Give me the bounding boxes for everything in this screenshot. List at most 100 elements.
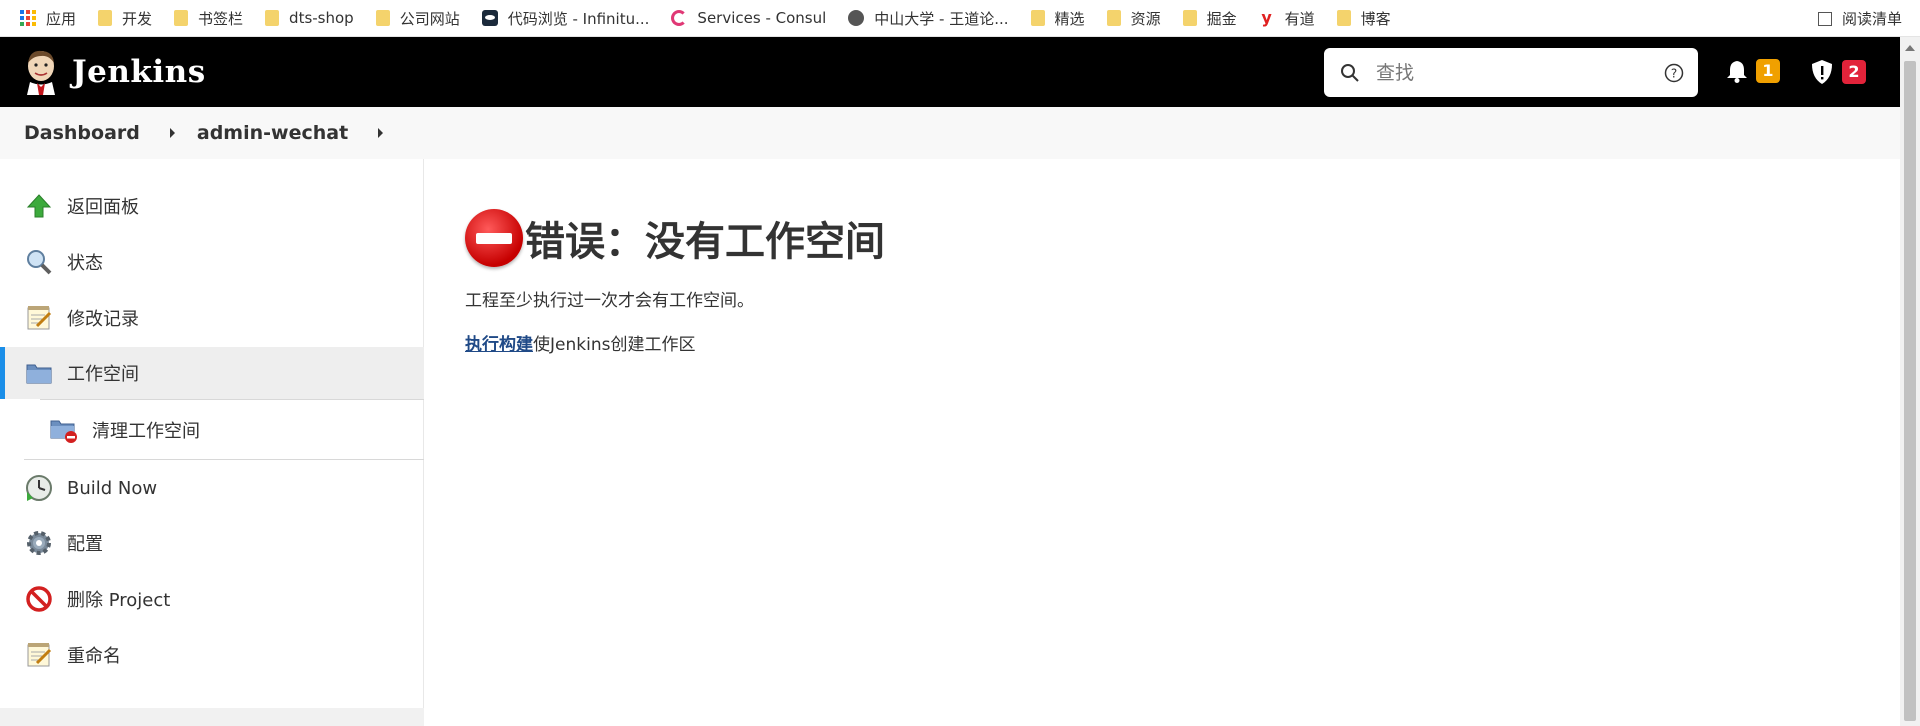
youdao-icon: y	[1261, 8, 1272, 27]
side-panel-footer	[0, 708, 424, 726]
task-label: 工作空间	[67, 364, 139, 385]
folder-icon	[1182, 10, 1197, 26]
folder-icon	[375, 10, 390, 26]
bookmark-label: 中山大学 - 王道论...	[874, 9, 1009, 28]
bookmark-folder[interactable]: 书签栏	[174, 8, 243, 29]
bookmark-folder[interactable]: 公司网站	[375, 8, 460, 29]
bookmark-link[interactable]: 代码浏览 - Infinitu...	[481, 8, 650, 29]
task-label: 返回面板	[67, 197, 139, 218]
bookmark-label: 资源	[1130, 9, 1161, 28]
bookmark-folder[interactable]: 精选	[1030, 8, 1085, 29]
task-wipe-workspace[interactable]: 清理工作空间	[0, 404, 424, 456]
task-label: Build Now	[67, 477, 158, 499]
jenkins-logo-link[interactable]: Jenkins	[22, 49, 206, 95]
bell-icon	[1727, 61, 1747, 83]
task-delete-project[interactable]: 删除 Project	[0, 573, 424, 625]
breadcrumb-dashboard[interactable]: Dashboard	[24, 122, 140, 144]
bookmark-label: 代码浏览 - Infinitu...	[507, 9, 650, 28]
task-rename[interactable]: 重命名	[0, 629, 424, 681]
help-icon[interactable]: ?	[1664, 63, 1684, 83]
breadcrumb-dropdown-icon[interactable]	[378, 128, 384, 138]
notifications-button[interactable]: 1	[1726, 59, 1780, 83]
brand-title: Jenkins	[72, 54, 206, 90]
run-build-link[interactable]: 执行构建	[465, 335, 533, 355]
task-status[interactable]: 状态	[0, 236, 424, 288]
task-label: 清理工作空间	[92, 421, 200, 442]
bookmark-label: 书签栏	[198, 9, 244, 28]
error-stop-icon	[465, 209, 523, 267]
task-workspace[interactable]: 工作空间	[0, 347, 424, 399]
bookmark-folder[interactable]: dts-shop	[265, 9, 354, 27]
scrollbar-thumb[interactable]	[1904, 61, 1916, 721]
bookmark-label: 掘金	[1206, 9, 1237, 28]
bookmark-folder[interactable]: 掘金	[1182, 8, 1237, 29]
bookmark-label: 精选	[1054, 9, 1085, 28]
error-heading: 错误：没有工作空间	[525, 219, 885, 265]
globe-icon	[848, 10, 865, 26]
notepad-icon	[27, 306, 52, 330]
bookmark-label: dts-shop	[289, 9, 354, 27]
error-message: 工程至少执行过一次才会有工作空间。	[465, 291, 754, 311]
apps-grid-icon	[20, 10, 36, 26]
search-box[interactable]: ?	[1324, 48, 1698, 97]
bookmark-label: 博客	[1360, 9, 1391, 28]
build-hint: 执行构建使Jenkins创建工作区	[465, 330, 695, 355]
breadcrumb-project[interactable]: admin-wechat	[197, 122, 348, 144]
bookmark-label: 应用	[46, 9, 77, 28]
notifications-count-badge: 1	[1756, 59, 1780, 83]
folder-icon	[174, 10, 189, 26]
bookmark-link[interactable]: 中山大学 - 王道论...	[848, 8, 1009, 29]
bookmark-apps[interactable]: 应用	[20, 8, 76, 29]
task-configure[interactable]: 配置	[0, 517, 424, 569]
consul-icon	[671, 10, 688, 26]
bookmark-label: 公司网站	[399, 9, 460, 28]
jenkins-butler-icon	[27, 50, 55, 95]
bookmark-folder[interactable]: 博客	[1336, 8, 1391, 29]
reading-list-button[interactable]: 阅读清单	[1817, 0, 1902, 37]
task-changes[interactable]: 修改记录	[0, 292, 424, 344]
jenkins-header: Jenkins ? 1 2	[0, 37, 1900, 107]
reading-list-label: 阅读清单	[1841, 10, 1902, 28]
up-arrow-icon	[26, 194, 52, 218]
bookmark-label: 开发	[122, 9, 153, 28]
reading-list-icon	[1817, 11, 1832, 26]
magnifier-icon	[27, 250, 52, 275]
build-hint-text: 使Jenkins创建工作区	[533, 335, 696, 355]
page-scrollbar[interactable]	[1900, 37, 1920, 726]
divider	[24, 459, 424, 460]
side-panel: 返回面板 状态 修改记录 工作空间 清理工作空间 Build Now 配置 删除…	[0, 159, 424, 726]
bookmark-link[interactable]: y 有道	[1259, 8, 1314, 29]
folder-icon	[26, 364, 52, 384]
security-button[interactable]: 2	[1810, 59, 1866, 85]
search-input[interactable]	[1374, 60, 1658, 85]
task-label: 配置	[67, 534, 103, 555]
breadcrumb-dropdown-icon[interactable]	[169, 128, 175, 138]
site-icon	[481, 10, 498, 26]
clock-icon	[26, 475, 52, 501]
folder-icon	[265, 10, 280, 26]
bookmark-folder[interactable]: 开发	[98, 8, 152, 29]
bookmark-link[interactable]: Services - Consul	[671, 9, 826, 27]
task-label: 删除 Project	[67, 590, 171, 611]
task-label: 修改记录	[67, 309, 139, 330]
task-back-to-dashboard[interactable]: 返回面板	[0, 180, 424, 232]
divider	[40, 399, 424, 400]
svg-text:?: ?	[1671, 67, 1677, 81]
folder-icon	[1336, 10, 1351, 26]
task-build-now[interactable]: Build Now	[0, 462, 424, 514]
breadcrumb: Dashboard admin-wechat	[0, 107, 1900, 159]
scroll-up-icon[interactable]	[1905, 45, 1915, 51]
search-icon	[1341, 63, 1359, 82]
shield-icon	[1812, 60, 1832, 84]
page-title: 错误：没有工作空间	[465, 209, 885, 267]
folder-icon	[1030, 10, 1045, 26]
folder-icon	[1106, 10, 1121, 26]
no-entry-icon	[26, 586, 52, 612]
security-count-badge: 2	[1842, 60, 1866, 84]
task-label: 重命名	[67, 646, 121, 667]
wipe-folder-icon	[50, 420, 77, 443]
bookmark-folder[interactable]: 资源	[1106, 8, 1161, 29]
task-label: 状态	[67, 253, 103, 274]
folder-icon	[98, 10, 113, 26]
gear-icon	[27, 531, 51, 555]
